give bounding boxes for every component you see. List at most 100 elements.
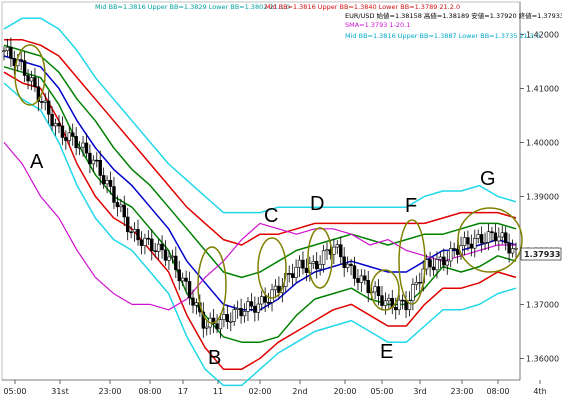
candle-body xyxy=(349,263,353,267)
legend-line: Mid BB=1.3816 Upper BB=1.3840 Lower BB=1… xyxy=(265,3,460,11)
candle-body xyxy=(235,308,240,310)
candle-body xyxy=(71,132,75,137)
candle-body xyxy=(314,261,319,270)
candle-body xyxy=(479,234,484,244)
legend-line: Mid BB=1.3816 Upper BB=1.3887 Lower BB=1… xyxy=(345,32,540,40)
candle-body xyxy=(510,248,515,254)
candle-body xyxy=(476,234,480,239)
candle-body xyxy=(249,301,254,307)
candle-body xyxy=(318,264,322,270)
candle-body xyxy=(411,284,415,301)
candle-body xyxy=(40,101,44,103)
candle-body xyxy=(507,242,511,254)
candle-body xyxy=(383,300,388,306)
candle-body xyxy=(256,303,260,313)
candle-body xyxy=(435,259,439,271)
candle-body xyxy=(366,280,370,294)
candle-body xyxy=(9,46,13,59)
candle-body xyxy=(139,239,144,246)
candle-body xyxy=(473,238,477,249)
candle-body xyxy=(442,256,446,266)
y-tick-label: 1.37000 xyxy=(526,300,559,309)
candle-body xyxy=(194,302,199,306)
x-tick-label: 11 xyxy=(213,387,223,396)
candle-body xyxy=(143,237,147,246)
candle-body xyxy=(335,244,340,248)
legend-line: SMA=1.3793 1-20.1 xyxy=(345,21,410,29)
candle-body xyxy=(246,301,250,312)
x-tick-label: 23:00 xyxy=(98,387,121,396)
candle-body xyxy=(229,321,233,323)
x-tick-label: 02:00 xyxy=(248,387,271,396)
candle-body xyxy=(225,314,230,322)
candle-body xyxy=(387,297,391,302)
candle-body xyxy=(363,275,367,281)
annotation-e: E xyxy=(380,341,393,363)
candle-body xyxy=(455,248,460,255)
candle-body xyxy=(431,266,436,271)
candle-body xyxy=(462,237,467,247)
candle-body xyxy=(483,242,487,244)
candle-body xyxy=(126,216,130,233)
candle-body xyxy=(146,237,151,240)
candle-body xyxy=(119,204,123,208)
forex-chart: Mid BB=1.3816 Upper BB=1.3829 Lower BB=1… xyxy=(0,0,562,401)
x-tick-label: 08:00 xyxy=(138,387,161,396)
candle-body xyxy=(397,299,401,311)
candle-body xyxy=(239,308,243,317)
x-tick-label: 20:00 xyxy=(333,387,356,396)
candle-body xyxy=(177,269,181,282)
candle-body xyxy=(160,243,164,251)
y-tick-label: 1.41000 xyxy=(526,84,559,93)
candle-body xyxy=(380,295,384,306)
candle-body xyxy=(184,277,188,282)
annotation-a: A xyxy=(30,151,44,173)
annotation-c: C xyxy=(264,205,278,227)
candle-body xyxy=(232,309,236,322)
candle-body xyxy=(174,255,178,271)
candle-body xyxy=(270,289,274,303)
x-tick-label: 23:00 xyxy=(450,387,473,396)
candle-body xyxy=(88,152,92,165)
candle-body xyxy=(19,59,23,61)
candle-body xyxy=(101,175,106,185)
candle-body xyxy=(46,100,51,115)
candle-body xyxy=(22,60,27,76)
candle-body xyxy=(129,231,133,234)
candle-body xyxy=(2,50,6,52)
candle-body xyxy=(153,250,157,253)
candle-body xyxy=(287,273,291,275)
candle-body xyxy=(191,297,195,306)
annotation-g: G xyxy=(480,168,496,190)
candle-body xyxy=(180,277,185,282)
candle-body xyxy=(67,132,71,141)
candle-body xyxy=(150,238,154,252)
candle-body xyxy=(445,260,449,266)
candle-body xyxy=(105,180,109,185)
candle-body xyxy=(170,255,175,258)
candle-body xyxy=(57,123,61,127)
candle-body xyxy=(359,275,364,283)
candle-body xyxy=(122,204,126,218)
candle-body xyxy=(325,249,329,252)
y-tick-label: 1.36000 xyxy=(526,354,559,363)
candle-body xyxy=(98,159,102,176)
annotation-f: F xyxy=(405,195,417,217)
candle-body xyxy=(345,263,350,268)
candle-body xyxy=(400,299,405,302)
candle-body xyxy=(438,256,443,260)
candle-body xyxy=(167,256,171,261)
candle-body xyxy=(81,142,85,148)
candle-body xyxy=(136,229,140,241)
x-tick-label: 4th xyxy=(533,387,546,396)
candle-body xyxy=(112,186,116,203)
candle-body xyxy=(428,259,432,268)
candle-body xyxy=(356,278,360,283)
candle-body xyxy=(95,159,99,162)
candle-body xyxy=(486,231,491,243)
candle-body xyxy=(163,249,168,261)
current-price-label: 1.37933 xyxy=(524,250,560,259)
candle-body xyxy=(373,286,377,293)
candle-body xyxy=(266,302,271,304)
candle-body xyxy=(339,244,343,258)
